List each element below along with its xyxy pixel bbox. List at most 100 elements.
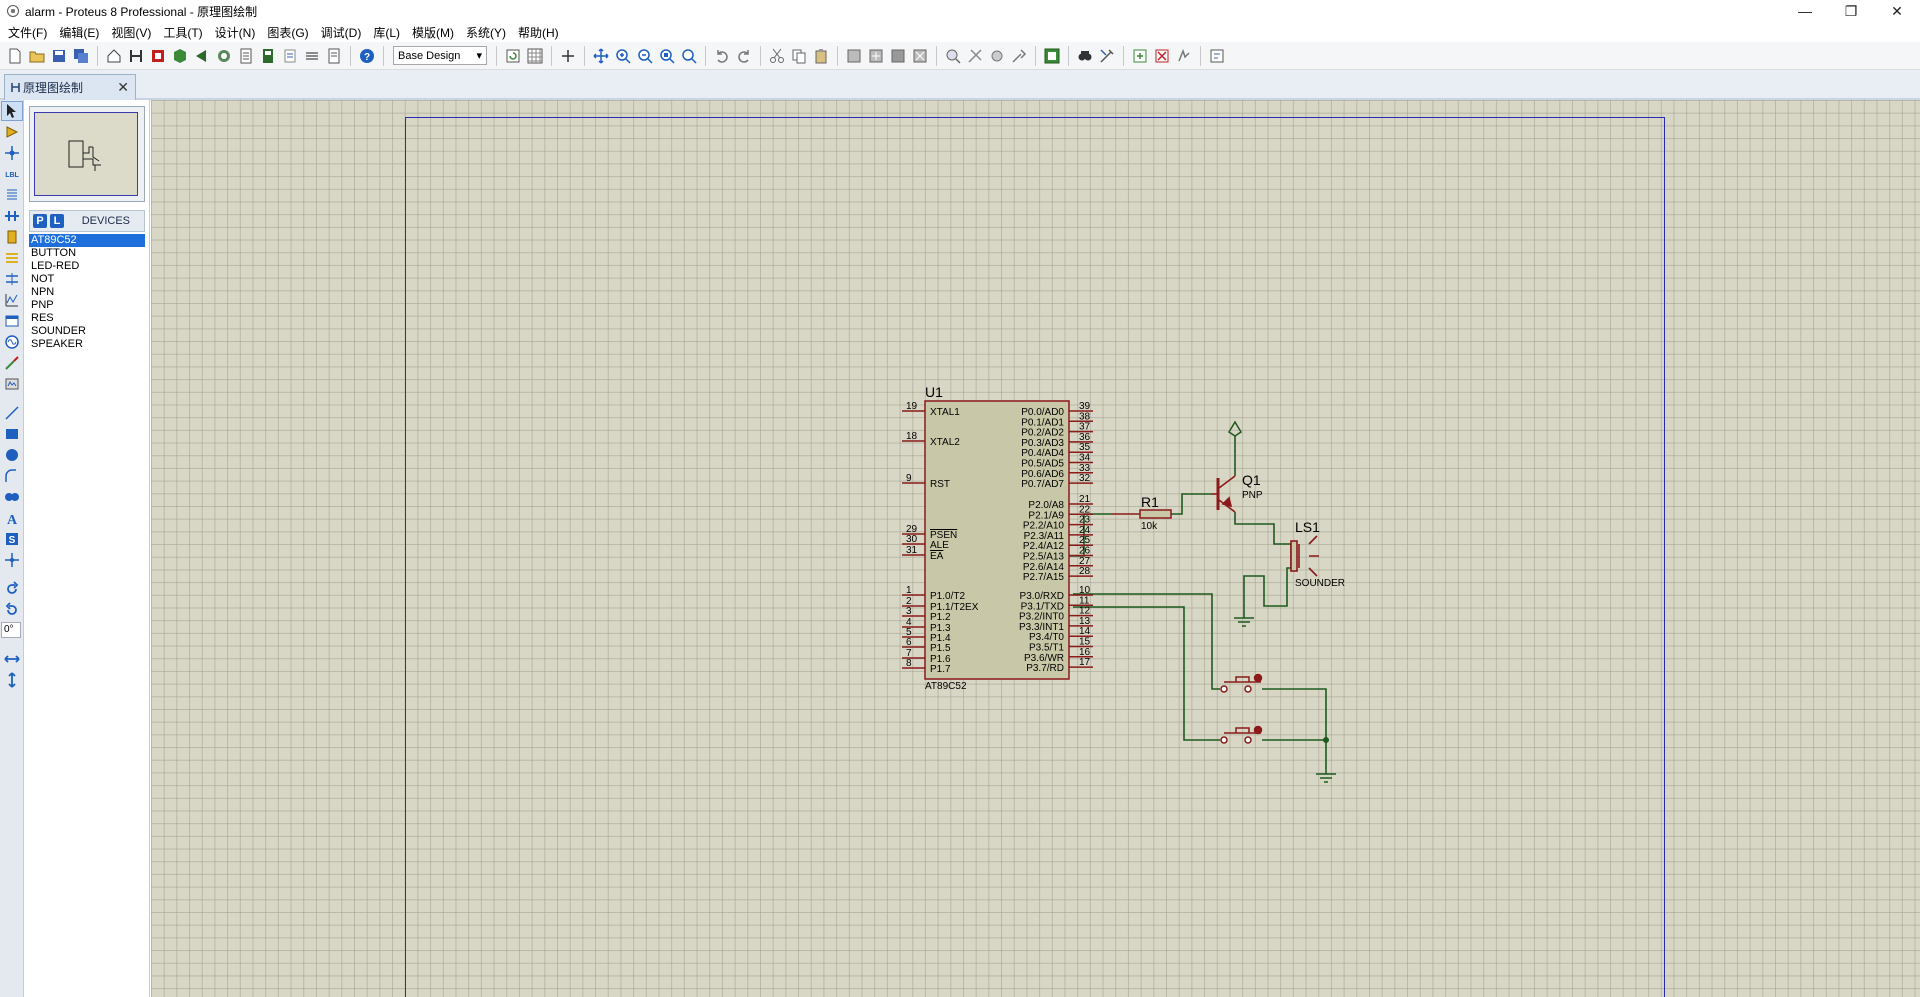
junction-dot-icon[interactable] [1, 143, 23, 163]
menu-library[interactable]: 库(L) [367, 24, 406, 41]
list-item[interactable]: AT89C52 [29, 234, 145, 247]
menu-view[interactable]: 视图(V) [105, 24, 157, 41]
origin-icon[interactable] [559, 47, 577, 65]
paste-icon[interactable] [812, 47, 830, 65]
menu-file[interactable]: 文件(F) [2, 24, 53, 41]
wire-p31-to-button2[interactable] [1073, 606, 1220, 741]
tab-schematic-capture[interactable]: 原理图绘制 ✕ [4, 74, 136, 100]
rotate-anticlockwise-icon[interactable] [1, 600, 23, 620]
wire-label-icon[interactable]: LBL [1, 164, 23, 184]
ground-symbol-2[interactable] [1316, 769, 1336, 783]
3d-viewer-icon[interactable] [171, 47, 189, 65]
box-icon[interactable] [1, 424, 23, 444]
bus-icon[interactable] [1, 206, 23, 226]
menu-edit[interactable]: 编辑(E) [53, 24, 105, 41]
cut-icon[interactable] [768, 47, 786, 65]
ls1-sounder[interactable] [1290, 535, 1319, 577]
schematic-canvas[interactable]: U1 AT89C52 19 XTAL1 18 XTAL2 9 RST 29 PSEN 30 ALE… [151, 100, 1920, 997]
marker-icon[interactable] [1, 550, 23, 570]
wire-q1-collector-to-ls1[interactable] [1234, 512, 1291, 545]
help-icon[interactable]: ? [358, 47, 376, 65]
tab-close-button[interactable]: ✕ [117, 79, 129, 96]
make-device-icon[interactable] [966, 47, 984, 65]
minimize-button[interactable]: — [1782, 0, 1828, 22]
mirror-horizontal-icon[interactable] [1, 649, 23, 669]
copy-icon[interactable] [790, 47, 808, 65]
graph-icon[interactable] [1, 290, 23, 310]
ground-symbol-1[interactable] [1234, 617, 1254, 627]
arc-icon[interactable] [1, 466, 23, 486]
redo-icon[interactable] [735, 47, 753, 65]
text-script-icon[interactable] [1, 185, 23, 205]
wire-p30-to-button1[interactable] [1073, 593, 1220, 690]
block-rotate-icon[interactable] [889, 47, 907, 65]
rotation-angle-input[interactable]: 0° [1, 622, 21, 638]
save-all-icon[interactable] [72, 47, 90, 65]
zoom-area-icon[interactable] [680, 47, 698, 65]
grid-toggle-icon[interactable] [526, 47, 544, 65]
undo-icon[interactable] [713, 47, 731, 65]
pick-device-icon[interactable] [944, 47, 962, 65]
selection-mode-icon[interactable] [1, 101, 23, 121]
zoom-in-icon[interactable] [614, 47, 632, 65]
circle-icon[interactable] [1, 445, 23, 465]
line-icon[interactable] [1, 403, 23, 423]
electrical-rules-icon[interactable] [1175, 47, 1193, 65]
instrument-icon[interactable] [1, 374, 23, 394]
home-icon[interactable] [105, 47, 123, 65]
packaging-tool-icon[interactable] [988, 47, 1006, 65]
menu-tools[interactable]: 工具(T) [157, 24, 208, 41]
new-file-icon[interactable] [6, 47, 24, 65]
decompose-icon[interactable] [1010, 47, 1028, 65]
component-mode-icon[interactable] [1, 122, 23, 142]
bom-icon[interactable] [237, 47, 255, 65]
open-folder-icon[interactable] [28, 47, 46, 65]
list-item[interactable]: BUTTON [29, 247, 145, 260]
block-delete-icon[interactable] [911, 47, 929, 65]
menu-help[interactable]: 帮助(H) [512, 24, 565, 41]
power-vcc-symbol[interactable] [1227, 420, 1243, 437]
pan-icon[interactable] [592, 47, 610, 65]
remove-sheet-icon[interactable] [1153, 47, 1171, 65]
list-item[interactable]: RES [29, 312, 145, 325]
close-window-button[interactable]: ✕ [1874, 0, 1920, 22]
search-icon[interactable] [1076, 47, 1094, 65]
wire-ls1-to-ground[interactable] [1243, 567, 1291, 618]
zoom-out-icon[interactable] [636, 47, 654, 65]
save-icon[interactable] [50, 47, 68, 65]
subcircuit-icon[interactable] [1, 227, 23, 247]
path-icon[interactable] [1, 487, 23, 507]
refresh-icon[interactable] [504, 47, 522, 65]
netlist-icon[interactable] [1208, 47, 1226, 65]
generator-icon[interactable] [1, 332, 23, 352]
design-variant-select[interactable]: Base Design ▾ [393, 46, 487, 65]
active-popup-icon[interactable] [1, 311, 23, 331]
pushbutton-2[interactable] [1220, 725, 1263, 744]
maximize-button[interactable]: ❐ [1828, 0, 1874, 22]
wire-autorouter-icon[interactable] [1043, 47, 1061, 65]
list-item[interactable]: LED-RED [29, 260, 145, 273]
source-code-icon[interactable] [259, 47, 277, 65]
menu-design[interactable]: 设计(N) [209, 24, 262, 41]
terminals-icon[interactable] [1, 248, 23, 268]
pcb-layout-icon[interactable] [149, 47, 167, 65]
list-item[interactable]: PNP [29, 299, 145, 312]
r1-resistor[interactable]: R1 10k [1112, 494, 1172, 532]
schematic-icon[interactable] [127, 47, 145, 65]
mirror-vertical-icon[interactable] [1, 670, 23, 690]
library-manager-button[interactable]: L [50, 214, 64, 228]
block-move-icon[interactable] [867, 47, 885, 65]
pushbutton-1[interactable] [1220, 673, 1263, 693]
rotate-clockwise-icon[interactable] [1, 579, 23, 599]
gerber-icon[interactable] [193, 47, 211, 65]
new-sheet-icon[interactable] [1131, 47, 1149, 65]
list-item[interactable]: NPN [29, 286, 145, 299]
menu-system[interactable]: 系统(Y) [460, 24, 512, 41]
device-pins-icon[interactable] [1, 269, 23, 289]
text-icon[interactable]: A [1, 508, 23, 528]
design-explorer-icon[interactable] [215, 47, 233, 65]
list-item[interactable]: SOUNDER [29, 325, 145, 338]
zoom-all-icon[interactable] [658, 47, 676, 65]
pick-from-library-button[interactable]: P [33, 214, 47, 228]
u1-microcontroller[interactable]: U1 AT89C52 19XTAL118XTAL29RST29PSEN30ALE… [902, 384, 1093, 692]
